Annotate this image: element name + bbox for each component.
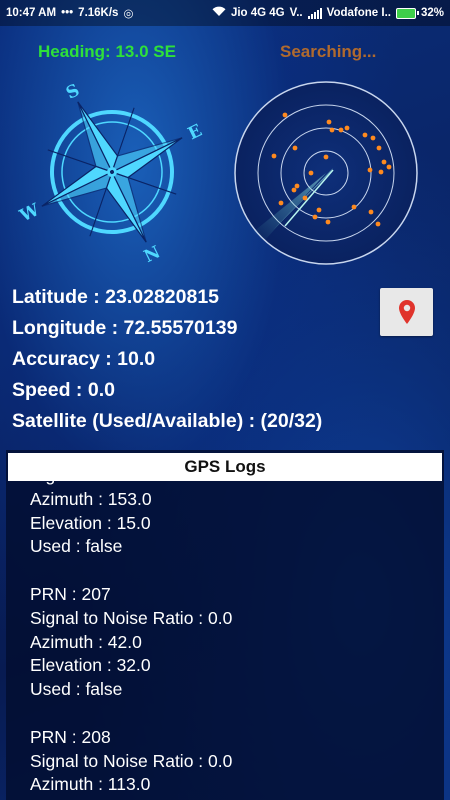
- carrier-1-suffix: V..: [289, 7, 303, 19]
- satellite-dot: [326, 119, 332, 125]
- log-line: Elevation : 32.0: [30, 655, 151, 676]
- satellite-radar: [234, 81, 418, 265]
- satellite-dot: [370, 135, 376, 141]
- hotspot-icon: ◎: [123, 8, 134, 20]
- satellite-dot: [282, 112, 288, 118]
- map-pin-icon: [398, 300, 415, 324]
- satellite-dot: [329, 127, 335, 133]
- satellite-dot: [308, 170, 314, 176]
- gps-logs-title: GPS Logs: [8, 453, 442, 481]
- log-line: Used : false: [30, 679, 123, 700]
- satellite-dot: [278, 200, 284, 206]
- log-line: PRN : 208: [30, 726, 111, 747]
- accuracy-readout: Accuracy : 10.0: [12, 348, 156, 370]
- log-line: Azimuth : 153.0: [30, 488, 152, 509]
- heading-readout: Heading: 13.0 SE: [38, 42, 176, 61]
- log-line: Used : false: [30, 536, 123, 557]
- signal-icon: [307, 7, 322, 19]
- gps-logs-list: Signal to Noise Ratio : 0.0 Azimuth : 15…: [30, 464, 430, 797]
- satellite-dot: [292, 145, 298, 151]
- gps-status: Searching...: [280, 42, 377, 61]
- log-line: Azimuth : 42.0: [30, 631, 142, 652]
- satellite-dot: [271, 153, 277, 159]
- network-speed: 7.16K/s: [78, 7, 119, 19]
- satellite-dot: [312, 214, 318, 220]
- satellite-dot: [375, 221, 381, 227]
- satellite-dot: [291, 187, 297, 193]
- satellite-dot: [386, 164, 392, 170]
- satellite-dot: [362, 132, 368, 138]
- log-line: Azimuth : 113.0: [30, 774, 151, 795]
- compass-rose-icon: S W N E: [16, 80, 205, 267]
- log-line: Signal to Noise Ratio : 0.0: [30, 607, 233, 628]
- carrier-2: Vodafone I..: [326, 7, 391, 19]
- satellite-dot: [376, 145, 382, 151]
- open-map-button[interactable]: [380, 288, 433, 336]
- satellite-dot: [323, 154, 329, 160]
- compass-label-s: S: [63, 80, 83, 103]
- clock: 10:47 AM: [6, 7, 57, 19]
- satellite-dot: [302, 195, 308, 201]
- speed-readout: Speed : 0.0: [12, 379, 115, 401]
- gps-logs-panel[interactable]: GPS Logs Signal to Noise Ratio : 0.0 Azi…: [6, 450, 444, 800]
- satellite-dot: [368, 209, 374, 215]
- satellite-dot: [381, 159, 387, 165]
- wifi-icon: [212, 6, 226, 20]
- compass-label-n: N: [141, 242, 164, 267]
- more-dots-icon: •••: [61, 7, 74, 19]
- satellite-readout: Satellite (Used/Available) : (20/32): [12, 410, 323, 432]
- satellite-dot: [338, 127, 344, 133]
- compass-label-e: E: [185, 121, 205, 145]
- satellite-dot: [294, 183, 300, 189]
- battery-icon: [395, 7, 419, 19]
- compass-label-w: W: [16, 200, 44, 227]
- latitude-readout: Latitude : 23.02820815: [12, 286, 220, 308]
- satellite-dot: [316, 207, 322, 213]
- satellite-dot: [367, 167, 373, 173]
- log-line: Elevation : 15.0: [30, 512, 151, 533]
- battery-percent: 32%: [420, 7, 444, 19]
- status-bar: 10:47 AM ••• 7.16K/s ◎ Jio 4G 4G V.. Vod…: [0, 0, 450, 26]
- satellite-dot: [325, 219, 331, 225]
- satellite-dot: [344, 125, 350, 131]
- longitude-readout: Longitude : 72.55570139: [12, 317, 238, 339]
- log-line: PRN : 207: [30, 583, 111, 604]
- carrier-1: Jio 4G 4G: [230, 7, 285, 19]
- log-line: Signal to Noise Ratio : 0.0: [30, 750, 233, 771]
- satellite-dot: [351, 204, 357, 210]
- satellite-dot: [378, 169, 384, 175]
